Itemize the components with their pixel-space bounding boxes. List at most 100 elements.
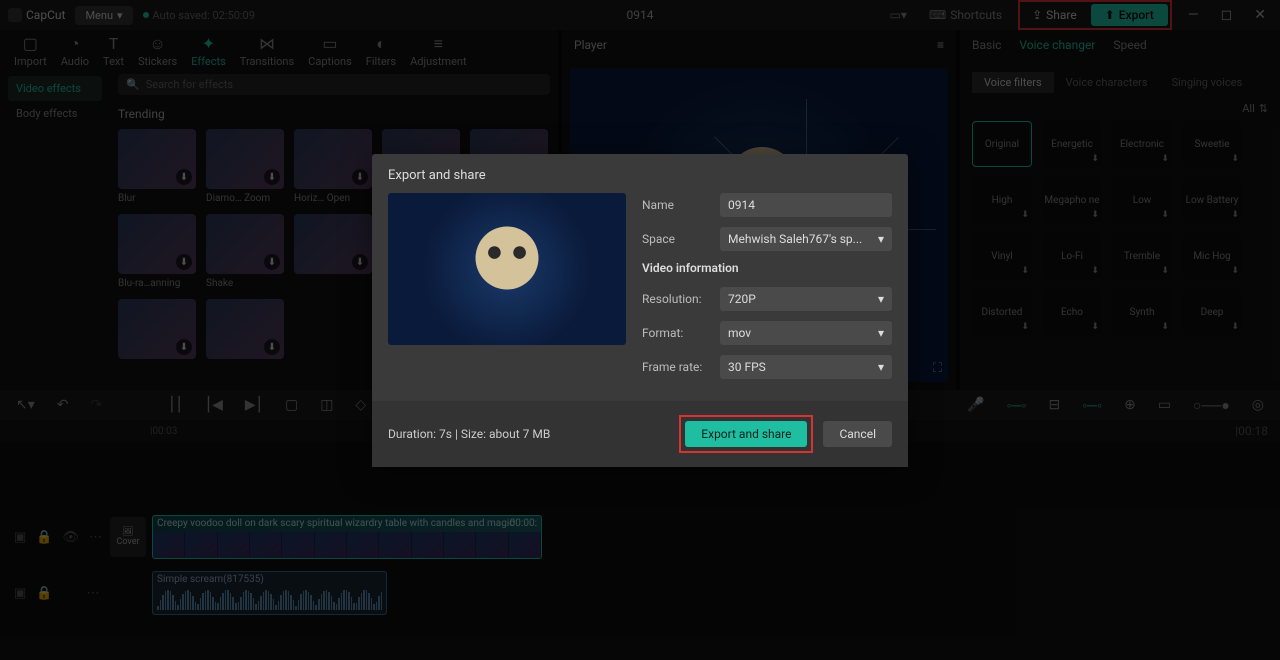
download-icon[interactable]: ⬇ [1231,322,1239,332]
download-icon[interactable]: ⬇ [264,254,280,270]
resolution-select[interactable]: 720P▾ [720,287,892,311]
download-icon[interactable]: ⬇ [1231,266,1239,276]
video-clip[interactable]: Creepy voodoo doll on dark scary spiritu… [152,515,542,559]
voice-card[interactable]: Echo⬇ [1042,289,1102,335]
download-icon[interactable]: ⬇ [1021,266,1029,276]
track-visible-icon[interactable]: 👁 [62,530,79,545]
effect-card[interactable]: ⬇Horiz… Open [294,129,372,204]
effect-card[interactable]: ⬇Shake [206,214,284,289]
effect-card[interactable]: ⬇Diamo… Zoom [206,129,284,204]
close-button[interactable]: ✕ [1248,7,1272,23]
download-icon[interactable]: ⬇ [176,169,192,185]
player-menu-icon[interactable]: ≡ [937,38,944,52]
voice-characters-tab[interactable]: Voice characters [1054,72,1160,93]
voice-card[interactable]: Tremble⬇ [1112,233,1172,279]
rtab-voice[interactable]: Voice changer [1019,38,1095,52]
toggle-a-icon[interactable]: ◦─◦ [1003,395,1031,416]
track-collapse-icon[interactable]: ▣ [14,530,26,545]
tab-filters[interactable]: ◐Filters [366,35,396,68]
voice-card[interactable]: Deep⬇ [1182,289,1242,335]
tab-import[interactable]: ▢Import [14,35,47,68]
tab-effects[interactable]: ✦Effects [191,35,226,68]
export-and-share-button[interactable]: Export and share [685,421,807,447]
download-icon[interactable]: ⬇ [1021,210,1029,220]
trim-right-icon[interactable]: ▶⎮ [241,395,267,415]
format-select[interactable]: mov▾ [720,321,892,345]
effect-card[interactable]: ⬇ [294,214,372,289]
voice-card[interactable]: Low Battery⬇ [1182,177,1242,223]
voice-card[interactable]: Lo-Fi⬇ [1042,233,1102,279]
track-more-icon[interactable]: ⋯ [86,586,99,601]
toggle-b-icon[interactable]: ◦─◦ [1078,395,1106,416]
preview-icon[interactable]: ▭ [1154,395,1175,415]
all-label[interactable]: All [1242,102,1255,115]
crop-icon[interactable]: ◫ [316,395,337,415]
download-icon[interactable]: ⬇ [264,169,280,185]
voice-filters-tab[interactable]: Voice filters [972,72,1054,93]
audio-clip[interactable]: Simple scream(817535) [152,571,387,615]
voice-card[interactable]: Mic Hog⬇ [1182,233,1242,279]
download-icon[interactable]: ⬇ [1161,210,1169,220]
name-input[interactable] [720,193,892,217]
rtab-basic[interactable]: Basic [972,38,1001,52]
voice-card[interactable]: Sweetie⬇ [1182,121,1242,167]
trim-left-icon[interactable]: ⎮◀ [201,395,227,415]
tab-adjustment[interactable]: ≡Adjustment [410,35,467,68]
track-lock-icon[interactable]: 🔒 [36,586,52,601]
voice-card[interactable]: Electronic⬇ [1112,121,1172,167]
download-icon[interactable]: ⬇ [352,169,368,185]
download-icon[interactable]: ⬇ [264,339,280,355]
redo-icon[interactable]: ↷ [87,395,107,415]
download-icon[interactable]: ⬇ [352,254,368,270]
download-icon[interactable]: ⬇ [1161,266,1169,276]
download-icon[interactable]: ⬇ [1161,322,1169,332]
effect-card[interactable]: ⬇Blur [118,129,196,204]
magnet-icon[interactable]: ⊟ [1044,395,1064,415]
zoom-slider[interactable]: ○──● [1189,395,1234,416]
download-icon[interactable]: ⬇ [1021,322,1029,332]
voice-card[interactable]: Synth⬇ [1112,289,1172,335]
search-row[interactable]: 🔍 Search for effects [118,74,550,95]
download-icon[interactable]: ⬇ [1161,154,1169,164]
voice-card[interactable]: Distorted⬇ [972,289,1032,335]
split-icon[interactable]: ⎮⎮ [164,395,187,415]
layout-button[interactable]: ▭▾ [883,4,912,26]
track-lock-icon[interactable]: 🔒 [36,530,52,545]
cancel-button[interactable]: Cancel [823,421,892,447]
shortcuts-button[interactable]: ⌨ Shortcuts [923,4,1008,26]
download-icon[interactable]: ⬇ [176,254,192,270]
pointer-tool-icon[interactable]: ↖▾ [12,395,39,415]
effect-card[interactable]: ⬇Blu-ra…anning [118,214,196,289]
tab-captions[interactable]: ▭Captions [308,35,352,68]
filter-icon[interactable]: ⇅ [1259,102,1268,115]
cover-button[interactable]: 🖼 Cover [110,517,146,557]
voice-card[interactable]: Vinyl⬇ [972,233,1032,279]
download-icon[interactable]: ⬇ [1231,210,1239,220]
delete-icon[interactable]: ▢ [281,395,302,415]
mic-icon[interactable]: 🎤 [963,395,988,415]
tab-text[interactable]: TText [103,35,124,68]
voice-singing-tab[interactable]: Singing voices [1160,72,1255,93]
voice-card[interactable]: Energetic⬇ [1042,121,1102,167]
track-more-icon[interactable]: ⋯ [89,530,102,545]
link-icon[interactable]: ⊕ [1120,395,1140,415]
download-icon[interactable]: ⬇ [1091,266,1099,276]
effect-card[interactable]: ⬇ [118,299,196,363]
menu-button[interactable]: Menu ▾ [75,6,132,25]
voice-card[interactable]: Megapho ne⬇ [1042,177,1102,223]
tab-stickers[interactable]: ☺Stickers [138,35,177,68]
subnav-body-effects[interactable]: Body effects [8,101,102,126]
space-select[interactable]: Mehwish Saleh767's sp...▾ [720,227,892,251]
tab-audio[interactable]: ◔Audio [61,35,89,68]
marker-icon[interactable]: ◇ [351,395,370,415]
undo-icon[interactable]: ↶ [53,395,73,415]
effect-card[interactable]: ⬇ [206,299,284,363]
maximize-button[interactable]: ◻ [1215,7,1239,23]
download-icon[interactable]: ⬇ [176,339,192,355]
voice-card[interactable]: High⬇ [972,177,1032,223]
track-collapse-icon[interactable]: ▣ [14,586,26,601]
fullscreen-icon[interactable]: ⛶ [933,361,942,376]
download-icon[interactable]: ⬇ [1091,210,1099,220]
framerate-select[interactable]: 30 FPS▾ [720,355,892,379]
tab-transitions[interactable]: ⋈Transitions [240,35,294,68]
